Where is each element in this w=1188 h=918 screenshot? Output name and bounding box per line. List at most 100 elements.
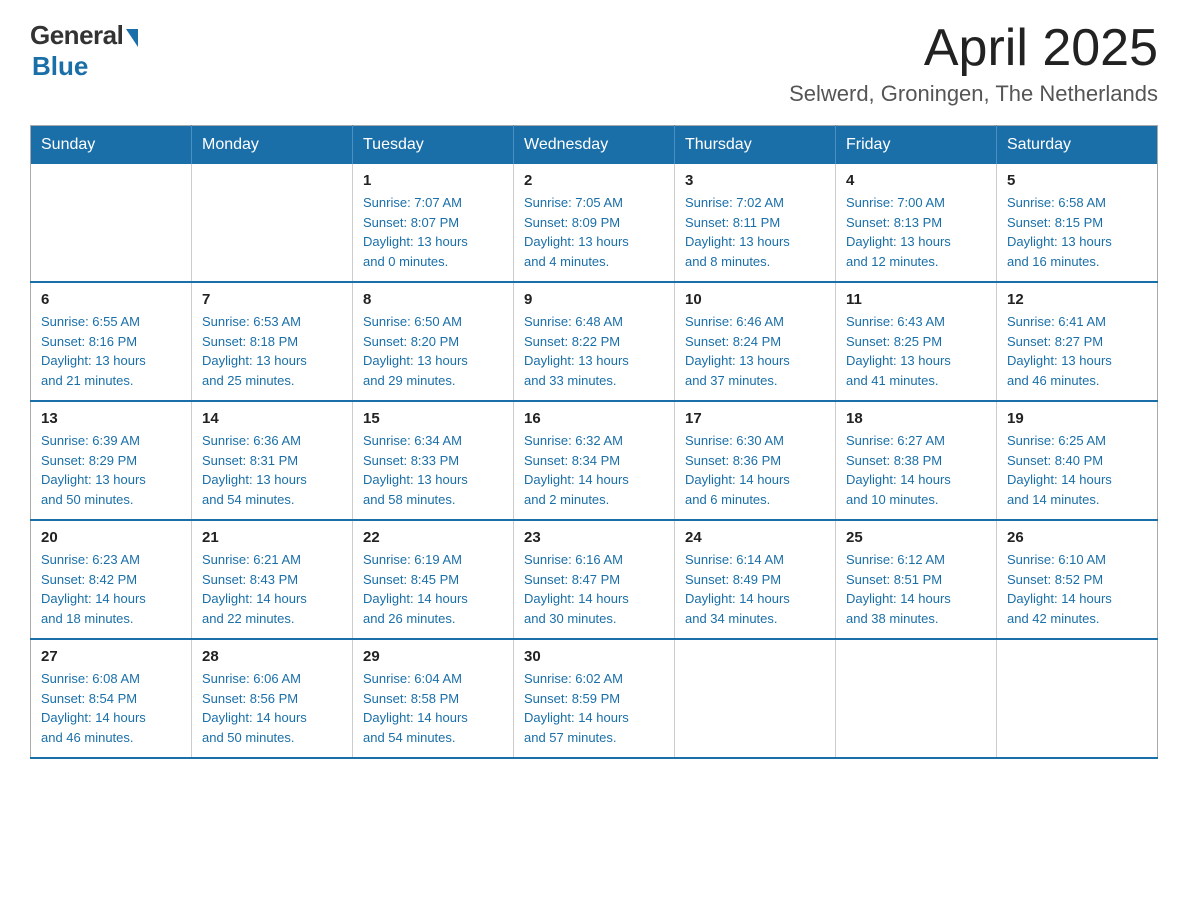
- logo: General Blue: [30, 20, 138, 82]
- calendar-cell: 23Sunrise: 6:16 AM Sunset: 8:47 PM Dayli…: [514, 520, 675, 639]
- day-number: 17: [685, 410, 825, 427]
- calendar-cell: 27 Sunrise: 6:08 AM Sunset: 8:54 PM Dayli…: [31, 639, 192, 758]
- day-number: 2: [524, 172, 664, 189]
- calendar-cell: 21 Sunrise: 6:21 AM Sunset: 8:43 PM Dayli…: [192, 520, 353, 639]
- day-number: 6: [41, 291, 181, 308]
- calendar-cell: 7Sunrise: 6:53 AM Sunset: 8:18 PM Daylig…: [192, 282, 353, 401]
- calendar-cell: 26 Sunrise: 6:10 AM Sunset: 8:52 PM Dayli…: [997, 520, 1158, 639]
- day-number: 7: [202, 291, 342, 308]
- calendar-cell: 15 Sunrise: 6:34 AM Sunset: 8:33 PM Dayli…: [353, 401, 514, 520]
- calendar-cell: [836, 639, 997, 758]
- day-number: 5: [1007, 172, 1147, 189]
- calendar-week-row: 20 Sunrise: 6:23 AM Sunset: 8:42 PM Dayli…: [31, 520, 1158, 639]
- day-info: Sunrise: 6:10 AM Sunset: 8:52 PM Dayligh…: [1007, 550, 1147, 628]
- calendar-cell: 22Sunrise: 6:19 AM Sunset: 8:45 PM Dayli…: [353, 520, 514, 639]
- day-info: Sunrise: 6:21 AM Sunset: 8:43 PM Dayligh…: [202, 550, 342, 628]
- day-number: 20: [41, 529, 181, 546]
- calendar-cell: [192, 164, 353, 282]
- day-number: 16: [524, 410, 664, 427]
- calendar-cell: 3Sunrise: 7:02 AM Sunset: 8:11 PM Daylig…: [675, 164, 836, 282]
- day-number: 10: [685, 291, 825, 308]
- day-info: Sunrise: 6:30 AM Sunset: 8:36 PM Dayligh…: [685, 431, 825, 509]
- day-info: Sunrise: 6:39 AM Sunset: 8:29 PM Dayligh…: [41, 431, 181, 509]
- weekday-header-thursday: Thursday: [675, 126, 836, 165]
- day-info: Sunrise: 6:58 AM Sunset: 8:15 PM Dayligh…: [1007, 193, 1147, 271]
- day-info: Sunrise: 6:43 AM Sunset: 8:25 PM Dayligh…: [846, 312, 986, 390]
- day-info: Sunrise: 7:07 AM Sunset: 8:07 PM Dayligh…: [363, 193, 503, 271]
- calendar-cell: 1 Sunrise: 7:07 AM Sunset: 8:07 PM Daylig…: [353, 164, 514, 282]
- location-subtitle: Selwerd, Groningen, The Netherlands: [789, 81, 1158, 107]
- day-number: 9: [524, 291, 664, 308]
- calendar-cell: 4 Sunrise: 7:00 AM Sunset: 8:13 PM Daylig…: [836, 164, 997, 282]
- calendar-cell: 30 Sunrise: 6:02 AM Sunset: 8:59 PM Dayli…: [514, 639, 675, 758]
- day-number: 28: [202, 648, 342, 665]
- day-info: Sunrise: 6:34 AM Sunset: 8:33 PM Dayligh…: [363, 431, 503, 509]
- calendar-cell: 5 Sunrise: 6:58 AM Sunset: 8:15 PM Daylig…: [997, 164, 1158, 282]
- day-info: Sunrise: 7:05 AM Sunset: 8:09 PM Dayligh…: [524, 193, 664, 271]
- day-info: Sunrise: 7:00 AM Sunset: 8:13 PM Dayligh…: [846, 193, 986, 271]
- day-number: 15: [363, 410, 503, 427]
- calendar-cell: 18 Sunrise: 6:27 AM Sunset: 8:38 PM Dayli…: [836, 401, 997, 520]
- calendar-cell: [997, 639, 1158, 758]
- day-info: Sunrise: 6:50 AM Sunset: 8:20 PM Dayligh…: [363, 312, 503, 390]
- day-info: Sunrise: 6:19 AM Sunset: 8:45 PM Dayligh…: [363, 550, 503, 628]
- page-header: General Blue April 2025 Selwerd, Groning…: [30, 20, 1158, 107]
- day-info: Sunrise: 6:36 AM Sunset: 8:31 PM Dayligh…: [202, 431, 342, 509]
- calendar-cell: 25 Sunrise: 6:12 AM Sunset: 8:51 PM Dayli…: [836, 520, 997, 639]
- day-info: Sunrise: 6:02 AM Sunset: 8:59 PM Dayligh…: [524, 669, 664, 747]
- calendar-week-row: 27 Sunrise: 6:08 AM Sunset: 8:54 PM Dayli…: [31, 639, 1158, 758]
- calendar-cell: 16 Sunrise: 6:32 AM Sunset: 8:34 PM Dayli…: [514, 401, 675, 520]
- day-info: Sunrise: 6:32 AM Sunset: 8:34 PM Dayligh…: [524, 431, 664, 509]
- weekday-header-sunday: Sunday: [31, 126, 192, 165]
- calendar-cell: 8 Sunrise: 6:50 AM Sunset: 8:20 PM Daylig…: [353, 282, 514, 401]
- calendar-cell: [675, 639, 836, 758]
- calendar-cell: 9 Sunrise: 6:48 AM Sunset: 8:22 PM Daylig…: [514, 282, 675, 401]
- calendar-cell: 11Sunrise: 6:43 AM Sunset: 8:25 PM Dayli…: [836, 282, 997, 401]
- weekday-header-wednesday: Wednesday: [514, 126, 675, 165]
- day-info: Sunrise: 6:55 AM Sunset: 8:16 PM Dayligh…: [41, 312, 181, 390]
- calendar-cell: [31, 164, 192, 282]
- title-block: April 2025 Selwerd, Groningen, The Nethe…: [789, 20, 1158, 107]
- calendar-cell: 12Sunrise: 6:41 AM Sunset: 8:27 PM Dayli…: [997, 282, 1158, 401]
- day-number: 13: [41, 410, 181, 427]
- day-number: 27: [41, 648, 181, 665]
- day-number: 18: [846, 410, 986, 427]
- day-info: Sunrise: 6:06 AM Sunset: 8:56 PM Dayligh…: [202, 669, 342, 747]
- day-info: Sunrise: 6:08 AM Sunset: 8:54 PM Dayligh…: [41, 669, 181, 747]
- calendar-cell: 13 Sunrise: 6:39 AM Sunset: 8:29 PM Dayli…: [31, 401, 192, 520]
- calendar-week-row: 6 Sunrise: 6:55 AM Sunset: 8:16 PM Daylig…: [31, 282, 1158, 401]
- day-number: 24: [685, 529, 825, 546]
- day-number: 8: [363, 291, 503, 308]
- day-number: 30: [524, 648, 664, 665]
- day-info: Sunrise: 6:46 AM Sunset: 8:24 PM Dayligh…: [685, 312, 825, 390]
- day-number: 26: [1007, 529, 1147, 546]
- calendar-cell: 10 Sunrise: 6:46 AM Sunset: 8:24 PM Dayli…: [675, 282, 836, 401]
- weekday-header-saturday: Saturday: [997, 126, 1158, 165]
- day-info: Sunrise: 6:41 AM Sunset: 8:27 PM Dayligh…: [1007, 312, 1147, 390]
- day-number: 21: [202, 529, 342, 546]
- calendar-table: SundayMondayTuesdayWednesdayThursdayFrid…: [30, 125, 1158, 759]
- calendar-week-row: 13 Sunrise: 6:39 AM Sunset: 8:29 PM Dayli…: [31, 401, 1158, 520]
- weekday-header-tuesday: Tuesday: [353, 126, 514, 165]
- day-number: 19: [1007, 410, 1147, 427]
- day-info: Sunrise: 6:14 AM Sunset: 8:49 PM Dayligh…: [685, 550, 825, 628]
- day-number: 1: [363, 172, 503, 189]
- logo-blue-text: Blue: [32, 51, 88, 82]
- calendar-cell: 17 Sunrise: 6:30 AM Sunset: 8:36 PM Dayli…: [675, 401, 836, 520]
- day-info: Sunrise: 6:27 AM Sunset: 8:38 PM Dayligh…: [846, 431, 986, 509]
- calendar-cell: 28 Sunrise: 6:06 AM Sunset: 8:56 PM Dayli…: [192, 639, 353, 758]
- day-number: 4: [846, 172, 986, 189]
- weekday-header-friday: Friday: [836, 126, 997, 165]
- calendar-cell: 24 Sunrise: 6:14 AM Sunset: 8:49 PM Dayli…: [675, 520, 836, 639]
- day-number: 25: [846, 529, 986, 546]
- day-info: Sunrise: 6:48 AM Sunset: 8:22 PM Dayligh…: [524, 312, 664, 390]
- calendar-cell: 20 Sunrise: 6:23 AM Sunset: 8:42 PM Dayli…: [31, 520, 192, 639]
- calendar-week-row: 1 Sunrise: 7:07 AM Sunset: 8:07 PM Daylig…: [31, 164, 1158, 282]
- weekday-header-monday: Monday: [192, 126, 353, 165]
- month-year-title: April 2025: [789, 20, 1158, 77]
- day-info: Sunrise: 7:02 AM Sunset: 8:11 PM Dayligh…: [685, 193, 825, 271]
- day-info: Sunrise: 6:25 AM Sunset: 8:40 PM Dayligh…: [1007, 431, 1147, 509]
- day-info: Sunrise: 6:23 AM Sunset: 8:42 PM Dayligh…: [41, 550, 181, 628]
- day-info: Sunrise: 6:12 AM Sunset: 8:51 PM Dayligh…: [846, 550, 986, 628]
- day-number: 14: [202, 410, 342, 427]
